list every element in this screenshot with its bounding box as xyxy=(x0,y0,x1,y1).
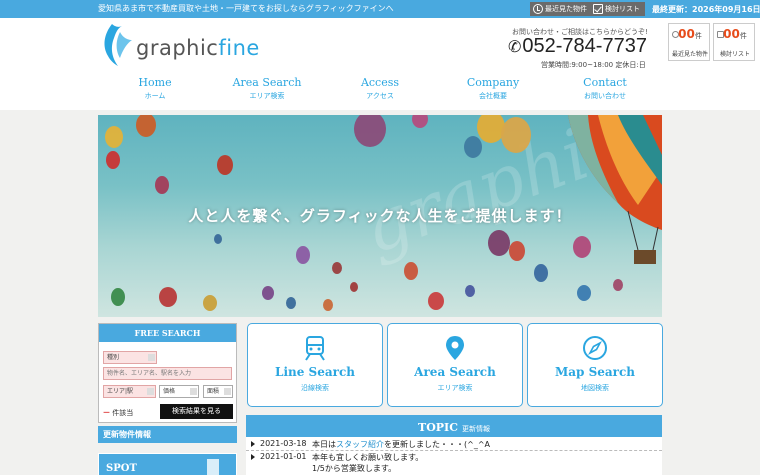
topic-text: 本日はスタッフ紹介を更新しました・・・(^_^A xyxy=(312,440,490,449)
building-icon xyxy=(207,459,219,475)
nav-home-en: Home xyxy=(138,76,172,89)
topic-date: 2021-03-18 xyxy=(260,439,307,448)
nav-area-search-jp: エリア検索 xyxy=(249,92,285,100)
site-header: graphicfine お問い合わせ・ご相談はこちらからどうぞ! ✆052-78… xyxy=(0,18,760,110)
nav-company-en: Company xyxy=(466,76,520,89)
free-search-panel: FREE SEARCH 種別 物件名、エリア名、駅名を入力 エリア|駅 価格 面… xyxy=(98,323,237,423)
price-select[interactable]: 価格 xyxy=(159,385,199,398)
chevron-down-icon xyxy=(147,388,154,395)
price-select-value: 価格 xyxy=(163,388,176,395)
nav-area-search-en: Area Search xyxy=(232,76,302,89)
nav-area-search[interactable]: Area Search エリア検索 xyxy=(212,76,322,101)
recent-viewed-counter[interactable]: 00件 最近見た物件 xyxy=(668,23,710,61)
site-tagline: 愛知県あま市で不動産買取や土地・一戸建てをお探しならグラフィックファインへ xyxy=(98,4,394,13)
map-pin-icon xyxy=(446,336,464,360)
phone-number[interactable]: ✆052-784-7737 xyxy=(508,35,647,58)
result-count: ー 件該当 xyxy=(103,409,134,417)
map-search-title: Map Search xyxy=(554,365,636,379)
show-results-button[interactable]: 検索結果を見る xyxy=(160,404,233,419)
recent-viewed-label: 最近見た物件 xyxy=(545,5,587,13)
nav-home[interactable]: Home ホーム xyxy=(100,76,210,101)
size-select-value: 面積 xyxy=(207,388,220,395)
keyword-input[interactable]: 物件名、エリア名、駅名を入力 xyxy=(103,367,232,380)
logo-wordmark: graphicfine xyxy=(136,36,260,60)
train-icon xyxy=(305,336,325,361)
nav-access-en: Access xyxy=(360,76,400,89)
spot-title: SPOT xyxy=(106,463,137,474)
area-search-title: Area Search xyxy=(414,365,496,379)
topic-title: TOPIC xyxy=(418,421,458,434)
new-property-info[interactable]: 更新物件情報 xyxy=(98,426,237,443)
chevron-down-icon xyxy=(148,354,155,361)
checklist-button[interactable]: 検討リスト xyxy=(590,2,645,16)
chevron-down-icon xyxy=(224,388,231,395)
topic-subtitle: 更新情報 xyxy=(461,425,490,433)
checklist-count: 00件 xyxy=(723,27,747,41)
phone-icon: ✆ xyxy=(508,39,522,56)
area-station-select-value: エリア|駅 xyxy=(107,388,134,395)
site-logo[interactable]: graphicfine xyxy=(98,22,288,68)
nav-company-jp: 会社概要 xyxy=(479,92,507,100)
topic-header: TOPIC 更新情報 xyxy=(246,415,662,437)
free-search-title: FREE SEARCH xyxy=(99,324,236,342)
nav-home-jp: ホーム xyxy=(144,92,166,100)
area-search-card[interactable]: Area Search エリア検索 xyxy=(387,323,523,407)
area-search-sub: エリア検索 xyxy=(437,384,473,392)
size-select[interactable]: 面積 xyxy=(203,385,233,398)
nav-contact[interactable]: Contact お問い合わせ xyxy=(550,76,660,101)
spot-banner[interactable]: SPOT xyxy=(98,453,237,475)
topic-text: 1/5から営業致します。 xyxy=(312,464,397,473)
checklist-label: 検討リスト xyxy=(605,5,640,13)
map-search-sub: 地図検索 xyxy=(581,384,609,392)
top-bar: 愛知県あま市で不動産買取や土地・一戸建てをお探しならグラフィックファインへ 最近… xyxy=(0,0,760,18)
checklist-caption: 検討リスト xyxy=(719,51,750,58)
topic-text: 本年も宜しくお願い致します。 xyxy=(312,453,424,462)
line-search-title: Line Search xyxy=(275,365,355,379)
chevron-down-icon xyxy=(190,388,197,395)
nav-contact-jp: お問い合わせ xyxy=(584,92,626,100)
arrow-right-icon xyxy=(251,454,255,460)
recent-viewed-count: 00件 xyxy=(678,27,702,41)
topic-divider xyxy=(246,450,662,451)
clock-icon xyxy=(533,4,543,14)
map-search-card[interactable]: Map Search 地図検索 xyxy=(527,323,663,407)
main-nav: Home ホーム Area Search エリア検索 Access アクセス C… xyxy=(100,76,660,106)
area-station-select[interactable]: エリア|駅 xyxy=(103,385,156,398)
business-hours: 営業時間:9:00~18:00 定休日:日 xyxy=(541,61,646,69)
hero-banner: graphicfine 人と人を繋ぐ、グラフィックな人生をご提供します！ xyxy=(98,115,662,317)
recent-viewed-button[interactable]: 最近見た物件 xyxy=(530,2,592,16)
type-select-value: 種別 xyxy=(107,354,120,361)
check-icon xyxy=(593,4,603,14)
nav-access[interactable]: Access アクセス xyxy=(325,76,435,101)
topic-panel: TOPIC 更新情報 2021-03-18 本日はスタッフ紹介を更新しました・・・… xyxy=(246,415,662,475)
nav-access-jp: アクセス xyxy=(366,92,394,100)
recent-viewed-caption: 最近見た物件 xyxy=(671,51,708,58)
type-select[interactable]: 種別 xyxy=(103,351,157,364)
arrow-right-icon xyxy=(251,441,255,447)
last-updated: 最終更新：2026年09月16日 xyxy=(652,5,760,14)
line-search-sub: 沿線検索 xyxy=(301,384,329,392)
checklist-counter[interactable]: 00件 検討リスト xyxy=(713,23,755,61)
nav-contact-en: Contact xyxy=(583,76,627,89)
line-search-card[interactable]: Line Search 沿線検索 xyxy=(247,323,383,407)
staff-intro-link[interactable]: スタッフ紹介 xyxy=(336,440,384,449)
compass-icon xyxy=(583,336,607,360)
feather-logo-icon xyxy=(104,24,132,66)
nav-company[interactable]: Company 会社概要 xyxy=(438,76,548,101)
hero-catchphrase: 人と人を繋ぐ、グラフィックな人生をご提供します！ xyxy=(188,207,572,225)
topic-date: 2021-01-01 xyxy=(260,452,307,461)
